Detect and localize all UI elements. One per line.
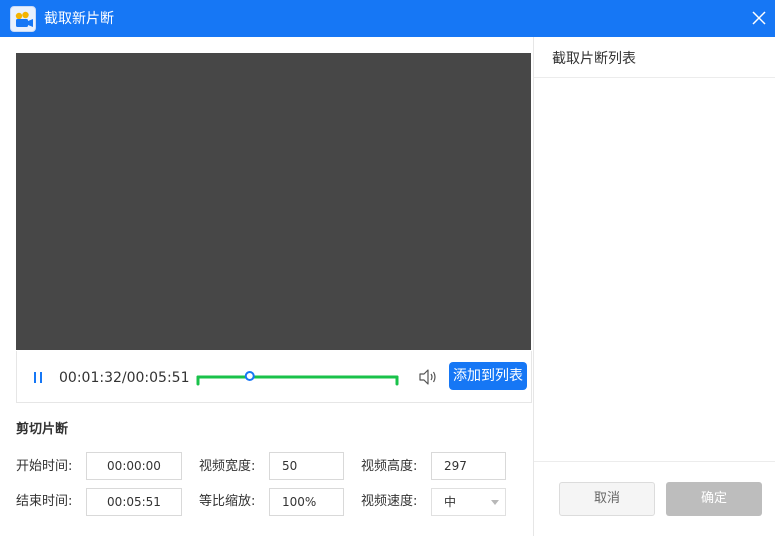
start-time-input[interactable]: 00:00:00 (86, 452, 182, 480)
panel-footer-divider (534, 461, 775, 462)
video-height-label: 视频高度: (361, 459, 418, 474)
volume-button[interactable] (418, 368, 438, 386)
scale-input[interactable]: 100% (269, 488, 344, 516)
chevron-down-icon (491, 500, 499, 505)
video-speed-value: 中 (444, 495, 457, 509)
video-width-input[interactable]: 50 (269, 452, 344, 480)
clip-section-title: 剪切片断 (16, 422, 69, 437)
playhead-handle (244, 371, 255, 381)
video-width-label: 视频宽度: (199, 459, 256, 474)
window-title: 截取新片断 (44, 11, 114, 27)
close-button[interactable] (749, 8, 769, 28)
end-time-input[interactable]: 00:05:51 (86, 488, 182, 516)
volume-icon (419, 369, 436, 385)
add-to-list-button[interactable]: 添加到列表 (449, 362, 527, 390)
end-time-label: 结束时间: (16, 494, 73, 509)
player-controls: 00:01:32/00:05:51 添加到列表 (16, 351, 532, 403)
confirm-button[interactable]: 确定 (666, 482, 762, 516)
close-icon (752, 11, 766, 25)
scale-label: 等比缩放: (199, 494, 256, 509)
title-bar: 截取新片断 (0, 0, 775, 37)
clip-list[interactable] (534, 78, 775, 461)
video-preview[interactable] (16, 53, 531, 350)
start-time-label: 开始时间: (16, 459, 73, 474)
video-speed-select[interactable]: 中 (431, 488, 506, 516)
cancel-button[interactable]: 取消 (559, 482, 655, 516)
timecode: 00:01:32/00:05:51 (59, 370, 190, 386)
clip-list-title: 截取片断列表 (552, 51, 636, 67)
video-height-input[interactable]: 297 (431, 452, 506, 480)
video-speed-label: 视频速度: (361, 494, 418, 509)
pause-button[interactable] (32, 371, 46, 385)
app-logo-icon (10, 6, 36, 32)
range-slider[interactable] (195, 365, 401, 389)
